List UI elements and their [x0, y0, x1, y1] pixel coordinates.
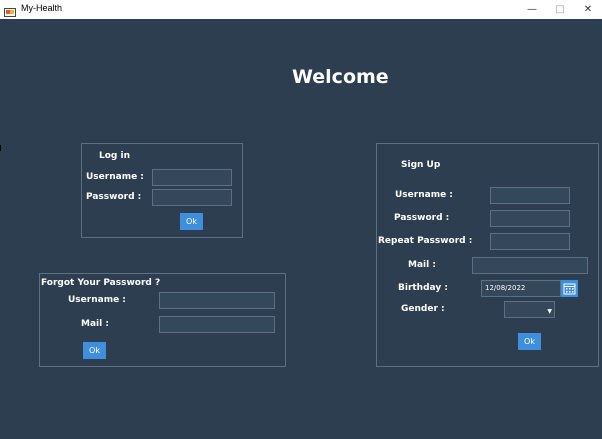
login-password-label: Password : — [86, 192, 142, 202]
login-username-input[interactable] — [152, 169, 232, 186]
app-logo-icon — [4, 3, 16, 17]
signup-username-input[interactable] — [490, 187, 570, 204]
forgot-username-input[interactable] — [159, 292, 275, 309]
signup-birthday-label: Birthday : — [398, 283, 448, 293]
signup-panel — [376, 143, 599, 367]
login-title: Log in — [99, 151, 130, 161]
close-button[interactable]: ✕ — [574, 0, 602, 19]
gender-select[interactable]: ▼ — [504, 301, 555, 318]
signup-repeat-password-input[interactable] — [490, 233, 570, 250]
forgot-password-title: Forgot Your Password ? — [41, 278, 161, 288]
minimize-button[interactable]: — — [518, 0, 546, 19]
window-title: My-Health — [21, 3, 63, 13]
welcome-heading: Welcome — [292, 66, 389, 88]
forgot-ok-button[interactable]: Ok — [83, 342, 106, 359]
forgot-username-label: Username : — [68, 295, 126, 305]
signup-username-label: Username : — [395, 190, 453, 200]
login-password-input[interactable] — [152, 189, 232, 206]
login-username-label: Username : — [86, 172, 144, 182]
signup-repeat-password-label: Repeat Password : — [378, 236, 473, 246]
title-bar: My-Health — □ ✕ — [0, 0, 602, 19]
window-edge — [0, 145, 1, 151]
chevron-down-icon: ▼ — [547, 308, 552, 315]
signup-ok-button[interactable]: Ok — [518, 333, 541, 350]
login-ok-button[interactable]: Ok — [180, 213, 203, 230]
signup-mail-label: Mail : — [408, 260, 436, 270]
calendar-button[interactable] — [561, 280, 578, 297]
signup-gender-label: Gender : — [401, 304, 445, 314]
signup-password-input[interactable] — [490, 210, 570, 227]
birthday-date-input[interactable]: 12/08/2022 — [481, 280, 561, 297]
forgot-mail-label: Mail : — [81, 319, 109, 329]
maximize-button[interactable]: □ — [546, 0, 574, 19]
signup-mail-input[interactable] — [472, 257, 588, 274]
calendar-icon — [563, 283, 576, 295]
signup-title: Sign Up — [401, 160, 441, 170]
forgot-mail-input[interactable] — [159, 316, 275, 333]
signup-password-label: Password : — [394, 213, 450, 223]
